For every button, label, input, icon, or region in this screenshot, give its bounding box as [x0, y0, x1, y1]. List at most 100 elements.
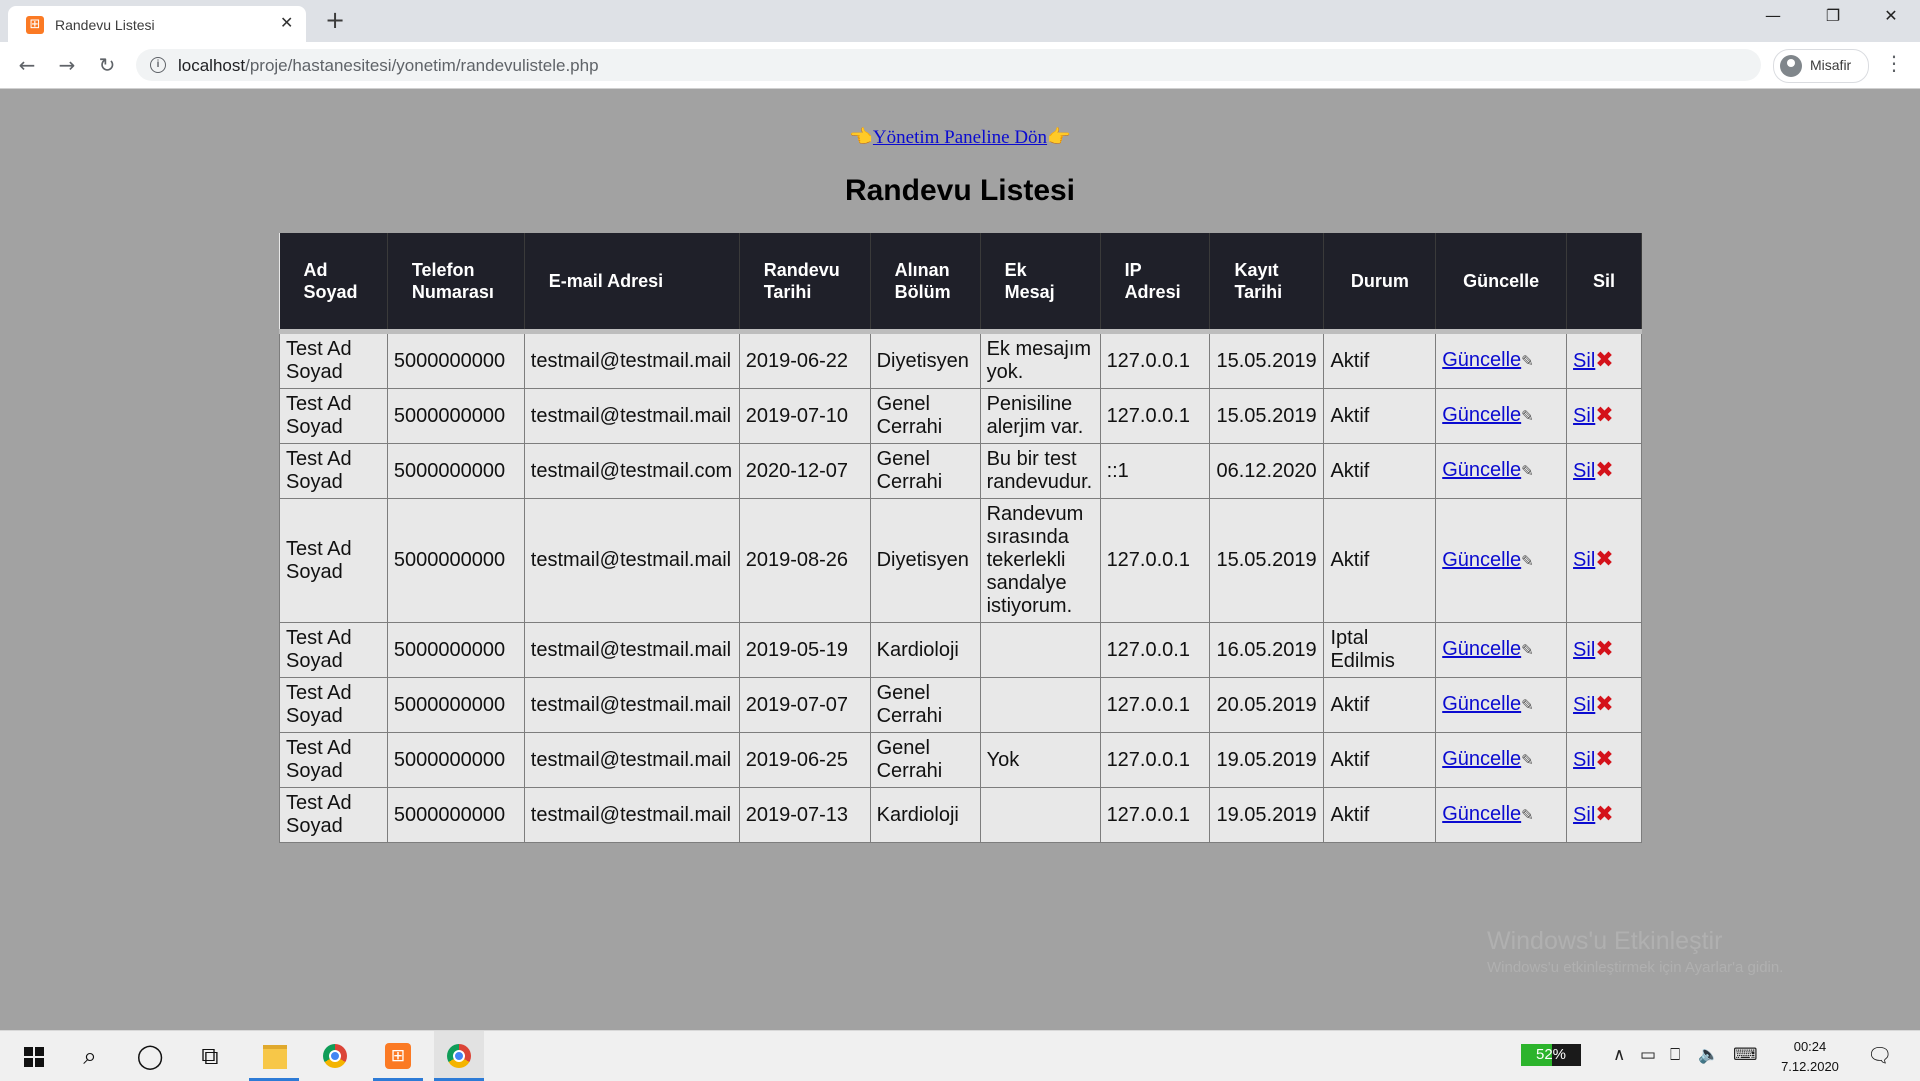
cell-date: 2019-06-22: [738, 329, 871, 389]
update-link[interactable]: Güncelle✎: [1442, 459, 1534, 481]
forward-arrow-icon[interactable]: →: [53, 51, 81, 79]
cell-date: 2019-05-19: [738, 622, 871, 678]
notification-icon[interactable]: 🗨: [1867, 1043, 1892, 1067]
pencil-icon: ✎: [1521, 462, 1534, 480]
cell-delete: Sil✖: [1566, 787, 1642, 843]
network-icon[interactable]: ⎕: [1670, 1045, 1680, 1065]
update-link[interactable]: Güncelle✎: [1442, 549, 1534, 571]
red-x-icon: ✖: [1595, 746, 1614, 772]
cell-phone: 5000000000: [386, 677, 525, 733]
delete-link[interactable]: Sil✖: [1573, 746, 1614, 772]
start-button[interactable]: [5, 1031, 55, 1081]
keyboard-icon[interactable]: ⌨: [1733, 1045, 1758, 1065]
file-explorer-button[interactable]: [249, 1031, 299, 1081]
delete-link[interactable]: Sil✖: [1573, 459, 1614, 482]
battery-icon[interactable]: ▭: [1640, 1045, 1656, 1065]
show-hidden-icons-icon[interactable]: ∧: [1613, 1045, 1625, 1065]
xampp-button[interactable]: ⊞: [373, 1031, 423, 1081]
cell-delete: Sil✖: [1566, 443, 1642, 499]
cell-email: testmail@testmail.mail: [523, 787, 740, 843]
search-icon[interactable]: ⌕: [65, 1031, 115, 1081]
cell-date: 2019-06-25: [738, 732, 871, 788]
tab-title: Randevu Listesi: [55, 17, 155, 33]
new-tab-button[interactable]: +: [325, 6, 345, 34]
window-close-button[interactable]: ✕: [1871, 6, 1911, 32]
delete-label: Sil: [1573, 404, 1596, 427]
url-text[interactable]: localhost/proje/hastanesitesi/yonetim/ra…: [178, 56, 599, 76]
cell-message: Bu bir test randevudur.: [979, 443, 1101, 499]
battery-indicator[interactable]: 52%: [1521, 1044, 1581, 1066]
delete-link[interactable]: Sil✖: [1573, 803, 1614, 826]
cell-ip: 127.0.0.1: [1099, 388, 1211, 444]
delete-link[interactable]: Sil✖: [1573, 547, 1614, 572]
restore-button[interactable]: ❐: [1813, 6, 1853, 32]
activation-watermark-text: Windows'u etkinleştirmek için Ayarlar'a …: [1487, 959, 1784, 976]
tab-close-icon[interactable]: ✕: [280, 13, 293, 32]
xampp-icon: ⊞: [385, 1043, 411, 1069]
delete-link[interactable]: Sil✖: [1573, 349, 1614, 372]
update-link[interactable]: Güncelle✎: [1442, 748, 1534, 770]
profile-button[interactable]: Misafir: [1773, 49, 1869, 83]
cell-ip: 127.0.0.1: [1099, 498, 1211, 623]
table-row: Test Ad Soyad 5000000000 testmail@testmail…: [279, 388, 1642, 444]
update-link[interactable]: Güncelle✎: [1442, 349, 1534, 371]
update-link[interactable]: Güncelle✎: [1442, 693, 1534, 715]
table-row: Test Ad Soyad 5000000000 testmail@testmail…: [279, 732, 1642, 788]
cell-created: 16.05.2019: [1209, 622, 1325, 678]
cell-update: Güncelle✎: [1435, 443, 1568, 499]
cell-date: 2019-07-10: [738, 388, 871, 444]
delete-label: Sil: [1573, 803, 1596, 826]
battery-percent: 52%: [1535, 1046, 1567, 1063]
cell-dept: Genel Cerrahi: [869, 677, 981, 733]
delete-link[interactable]: Sil✖: [1573, 693, 1614, 716]
header-randevu-tarihi: Randevu Tarihi: [739, 233, 871, 332]
cell-status: Aktif: [1323, 329, 1437, 389]
chrome-active-button[interactable]: [434, 1031, 484, 1081]
hand-pointing-left-icon: 👈: [849, 126, 873, 148]
hand-pointing-right-icon: 👉: [1047, 126, 1071, 148]
url-path: /proje/hastanesitesi/yonetim/randevulist…: [245, 56, 599, 75]
update-link[interactable]: Güncelle✎: [1442, 803, 1534, 825]
cell-status: Aktif: [1323, 677, 1437, 733]
address-bar[interactable]: i localhost/proje/hastanesitesi/yonetim/…: [136, 49, 1761, 81]
delete-label: Sil: [1573, 638, 1596, 661]
pencil-icon: ✎: [1521, 751, 1534, 769]
cell-message: [979, 787, 1101, 843]
header-durum: Durum: [1323, 233, 1437, 332]
cell-phone: 5000000000: [386, 732, 525, 788]
cell-name: Test Ad Soyad: [279, 732, 388, 788]
chrome-button[interactable]: [310, 1031, 360, 1081]
cell-status: Iptal Edilmis: [1323, 622, 1437, 678]
delete-label: Sil: [1573, 349, 1596, 372]
reload-icon[interactable]: ↻: [93, 51, 121, 79]
task-view-icon[interactable]: ⧉: [185, 1031, 235, 1081]
volume-icon[interactable]: 🔈: [1698, 1045, 1719, 1065]
red-x-icon: ✖: [1595, 547, 1614, 572]
pencil-icon: ✎: [1521, 352, 1534, 370]
delete-link[interactable]: Sil✖: [1573, 638, 1614, 661]
browser-menu-icon[interactable]: ⋮: [1884, 51, 1904, 75]
header-guncelle: Güncelle: [1435, 233, 1568, 332]
minimize-button[interactable]: —: [1753, 6, 1793, 32]
cell-phone: 5000000000: [386, 388, 525, 444]
cell-delete: Sil✖: [1566, 622, 1642, 678]
cell-name: Test Ad Soyad: [279, 677, 388, 733]
cell-update: Güncelle✎: [1435, 388, 1568, 444]
delete-link[interactable]: Sil✖: [1573, 404, 1614, 427]
back-to-panel-link[interactable]: 👈Yönetim Paneline Dön👉: [849, 126, 1071, 148]
cell-date: 2019-08-26: [738, 498, 871, 623]
cortana-icon[interactable]: ◯: [125, 1031, 175, 1081]
taskbar: ⌕ ◯ ⧉ ⊞ 52% ∧ ▭ ⎕ 🔈 ⌨ 00:24 7.12.2020 🗨: [0, 1030, 1920, 1081]
cell-email: testmail@testmail.com: [523, 443, 740, 499]
browser-tab[interactable]: ⊞ Randevu Listesi ✕: [8, 6, 306, 42]
update-link[interactable]: Güncelle✎: [1442, 638, 1534, 660]
system-clock[interactable]: 00:24 7.12.2020: [1775, 1037, 1845, 1077]
site-info-icon[interactable]: i: [150, 57, 166, 73]
update-link[interactable]: Güncelle✎: [1442, 404, 1534, 426]
pencil-icon: ✎: [1521, 551, 1534, 570]
cell-email: testmail@testmail.mail: [523, 498, 740, 623]
cell-delete: Sil✖: [1566, 388, 1642, 444]
back-arrow-icon[interactable]: ←: [13, 51, 41, 79]
cell-delete: Sil✖: [1566, 677, 1642, 733]
cell-update: Güncelle✎: [1435, 677, 1568, 733]
